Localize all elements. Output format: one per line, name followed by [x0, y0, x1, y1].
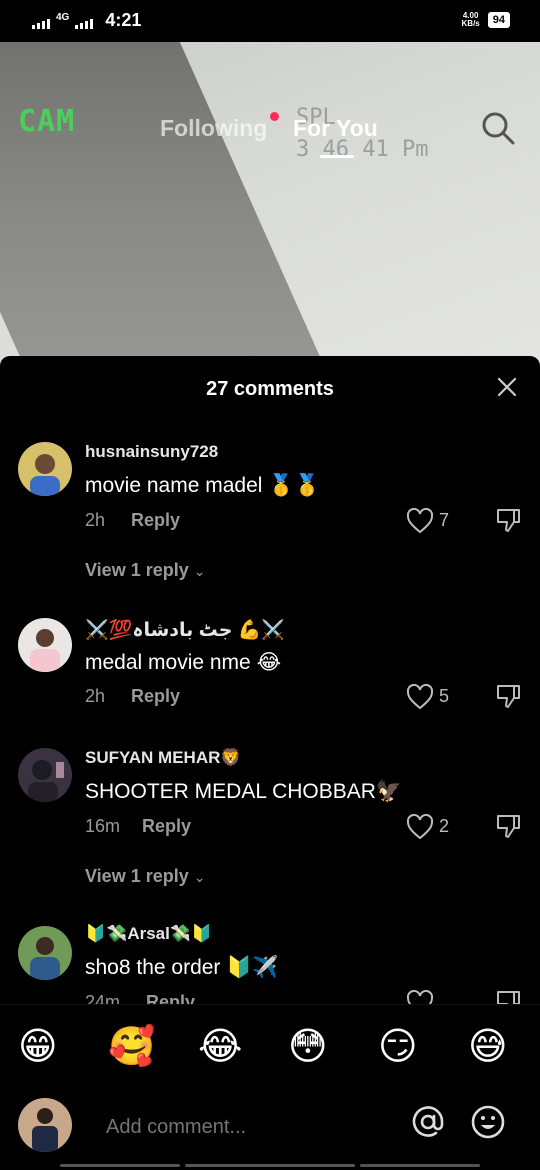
view-replies-link[interactable]: View 1 reply ⌄	[85, 866, 205, 887]
reply-button[interactable]: Reply	[142, 816, 191, 837]
dislike-icon[interactable]	[494, 506, 522, 534]
comment-text: medal movie nme 😂	[85, 651, 282, 674]
comment-time: 24m	[85, 992, 121, 1004]
at-mention-icon[interactable]	[410, 1104, 446, 1140]
status-left: 4G 4:21	[32, 11, 141, 29]
heart-icon[interactable]	[406, 508, 434, 534]
comments-title: 27 comments	[206, 378, 334, 400]
status-right: 4.00 KB/s 94	[462, 12, 510, 28]
quick-emoji-bar: 😁 🥰 😂 😳 😏 😅	[0, 1004, 540, 1090]
reply-button[interactable]: Reply	[146, 992, 195, 1004]
emoji-flushed[interactable]: 😳	[288, 1025, 328, 1069]
comments-header: 27 comments	[0, 356, 540, 418]
tab-following[interactable]: Following	[160, 115, 267, 142]
comment-input[interactable]	[106, 1112, 386, 1142]
video-player[interactable]: CAM SPL 3 46 41 Pm Following For You	[0, 42, 540, 372]
signal-icon	[32, 17, 50, 29]
emoji-smirk[interactable]: 😏	[378, 1025, 418, 1069]
emoji-joy[interactable]: 😂	[198, 1025, 242, 1069]
comment-time: 16m	[85, 816, 121, 836]
clock: 4:21	[105, 10, 142, 30]
heart-icon[interactable]	[406, 990, 434, 1004]
avatar[interactable]	[18, 442, 72, 496]
active-tab-indicator	[320, 155, 354, 158]
comment-username[interactable]: husnainsuny728	[85, 442, 218, 462]
nav-indicator	[360, 1164, 480, 1167]
avatar[interactable]	[18, 926, 72, 980]
comment-item: 🔰💸Arsal💸🔰 sho8 the order 🔰✈️ 24m Reply	[0, 924, 540, 1004]
dislike-icon[interactable]	[494, 812, 522, 840]
network-type: 4G	[56, 12, 70, 23]
speed-unit: KB/s	[461, 19, 480, 28]
reply-button[interactable]: Reply	[131, 686, 180, 707]
battery-icon: 94	[487, 12, 510, 28]
comment-time: 2h	[85, 686, 106, 706]
chevron-down-icon: ⌄	[193, 563, 206, 579]
emoji-sweat-smile[interactable]: 😅	[468, 1025, 508, 1069]
like-count: 5	[439, 686, 450, 706]
status-bar: 4G 4:21 4.00 KB/s 94	[0, 0, 540, 42]
comment-username[interactable]: 🔰💸Arsal💸🔰	[85, 924, 212, 944]
signal-icon-2	[75, 17, 94, 29]
network-speed: 4.00 KB/s	[462, 12, 480, 28]
dislike-icon[interactable]	[494, 988, 522, 1004]
view-replies-label: View 1 reply	[85, 866, 189, 886]
emoji-hearts[interactable]: 🥰	[108, 1025, 155, 1069]
avatar[interactable]	[18, 618, 72, 672]
nav-indicator	[185, 1164, 355, 1167]
video-subject	[0, 42, 350, 372]
like-count: 7	[439, 510, 450, 530]
chevron-down-icon: ⌄	[193, 869, 206, 885]
view-replies-link[interactable]: View 1 reply ⌄	[85, 560, 205, 581]
comment-input-row	[0, 1090, 540, 1170]
like-count: 2	[439, 816, 450, 836]
comment-username[interactable]: ⚔️💯جٹ بادشاہ 💪⚔️	[85, 618, 285, 642]
top-nav: Following For You	[0, 112, 540, 158]
tab-for-you[interactable]: For You	[293, 115, 378, 142]
heart-icon[interactable]	[406, 684, 434, 710]
emoji-picker-icon[interactable]	[470, 1104, 506, 1140]
search-icon[interactable]	[480, 110, 516, 146]
close-icon[interactable]	[496, 376, 518, 398]
comment-text: movie name madel 🥇🥇	[85, 474, 321, 497]
reply-button[interactable]: Reply	[131, 510, 180, 531]
comment-username[interactable]: SUFYAN MEHAR🦁	[85, 748, 242, 768]
heart-icon[interactable]	[406, 814, 434, 840]
view-replies-label: View 1 reply	[85, 560, 189, 580]
nav-indicator	[60, 1164, 180, 1167]
notification-dot	[270, 112, 279, 121]
comment-text: sho8 the order 🔰✈️	[85, 956, 279, 979]
avatar[interactable]	[18, 748, 72, 802]
emoji-grin[interactable]: 😁	[18, 1025, 58, 1069]
comment-time: 2h	[85, 510, 106, 530]
comment-text: SHOOTER MEDAL CHOBBAR🦅	[85, 780, 403, 803]
dislike-icon[interactable]	[494, 682, 522, 710]
user-avatar[interactable]	[18, 1098, 72, 1152]
